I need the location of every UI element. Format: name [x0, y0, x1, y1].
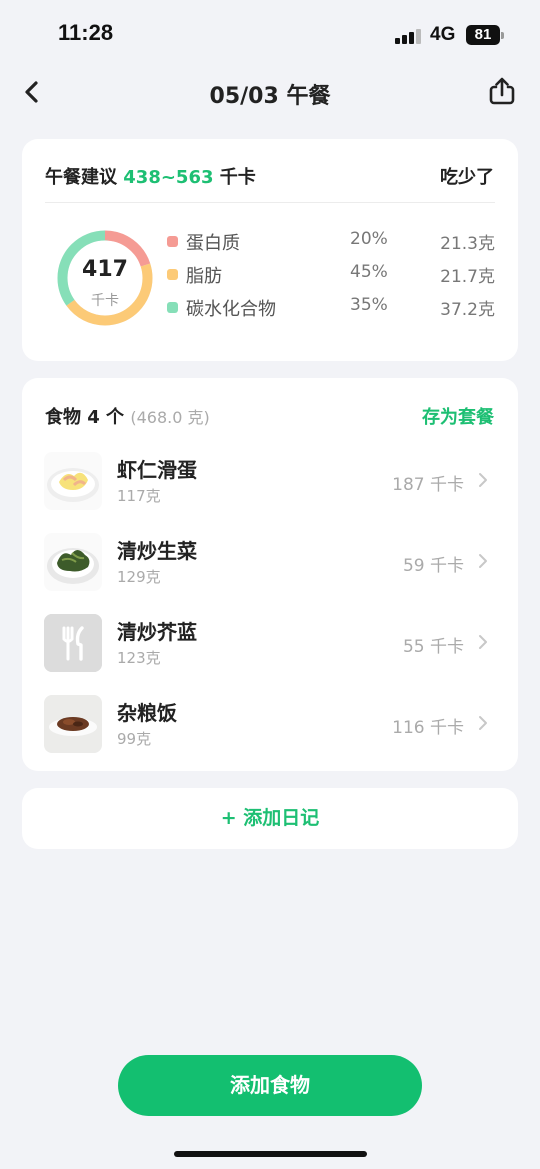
- food-weight: 123克: [117, 649, 161, 667]
- food-calories: 116 千卡: [392, 718, 464, 738]
- intake-status: 吃少了: [440, 167, 494, 188]
- status-bar: 11:28 4G 81: [0, 0, 540, 70]
- share-icon: [489, 77, 515, 105]
- home-indicator: [174, 1151, 367, 1157]
- macro-amount: 21.7克: [440, 267, 495, 287]
- food-list-header: 食物 4 个 (468.0 克): [45, 403, 210, 429]
- add-food-button[interactable]: 添加食物: [118, 1055, 422, 1116]
- protein-dot: [167, 236, 178, 247]
- signal-icon: [395, 28, 421, 44]
- macro-row-fat: 脂肪 45% 21.7克: [165, 261, 495, 287]
- food-count: 食物 4 个: [45, 407, 125, 428]
- save-as-set-button[interactable]: 存为套餐: [422, 403, 494, 429]
- fat-dot: [167, 269, 178, 280]
- status-time: 11:28: [58, 20, 114, 45]
- food-weight: 129克: [117, 568, 161, 586]
- network-type: 4G: [430, 24, 456, 45]
- macro-percent: 45%: [350, 262, 388, 282]
- recommendation-unit: 千卡: [219, 167, 256, 188]
- battery-icon: 81: [466, 25, 504, 45]
- macro-name: 蛋白质: [186, 233, 240, 254]
- fork-knife-icon: [44, 614, 102, 672]
- chevron-right-icon: [479, 554, 487, 568]
- recommendation-range: 438~563: [123, 167, 214, 188]
- food-item-lettuce[interactable]: 清炒生菜 129克 59 千卡: [22, 530, 518, 592]
- macro-name: 碳水化合物: [186, 299, 276, 320]
- divider: [45, 202, 495, 203]
- carbs-dot: [167, 302, 178, 313]
- food-calories: 55 千卡: [402, 637, 464, 657]
- page-title: 05/03 午餐: [209, 84, 331, 109]
- calorie-unit: 千卡: [91, 293, 119, 309]
- add-diary-button[interactable]: + 添加日记: [22, 788, 518, 849]
- rice-thumb: [44, 695, 102, 753]
- food-total-weight: (468.0 克): [130, 408, 210, 427]
- chevron-right-icon: [479, 716, 487, 730]
- meal-recommendation: 午餐建议 438~563 千卡: [45, 163, 256, 189]
- calorie-total: 417: [82, 257, 128, 282]
- macro-row-carbs: 碳水化合物 35% 37.2克: [165, 294, 495, 320]
- macro-amount: 37.2克: [440, 300, 495, 320]
- macro-name: 脂肪: [186, 266, 222, 287]
- chevron-right-icon: [479, 473, 487, 487]
- macro-percent: 35%: [350, 295, 388, 315]
- food-name: 清炒芥蓝: [117, 620, 197, 644]
- recommendation-label: 午餐建议: [45, 167, 117, 188]
- food-list-card: 食物 4 个 (468.0 克) 存为套餐 虾仁滑蛋 117克 187 千卡 清…: [22, 378, 518, 771]
- food-weight: 117克: [117, 487, 161, 505]
- food-name: 杂粮饭: [117, 701, 177, 725]
- nav-bar: 05/03 午餐: [0, 70, 540, 114]
- shrimp-egg-thumb: [44, 452, 102, 510]
- food-item-mixed-rice[interactable]: 杂粮饭 99克 116 千卡: [22, 692, 518, 754]
- food-name: 清炒生菜: [117, 539, 197, 563]
- meal-summary-card: 午餐建议 438~563 千卡 吃少了 417 千卡 蛋白质 20% 21.3克…: [22, 139, 518, 361]
- macro-percent: 20%: [350, 229, 388, 249]
- share-button[interactable]: [486, 75, 518, 107]
- macro-amount: 21.3克: [440, 234, 495, 254]
- food-name: 虾仁滑蛋: [117, 458, 197, 482]
- macro-row-protein: 蛋白质 20% 21.3克: [165, 228, 495, 254]
- food-item-shrimp-egg[interactable]: 虾仁滑蛋 117克 187 千卡: [22, 449, 518, 511]
- food-item-kailan[interactable]: 清炒芥蓝 123克 55 千卡: [22, 611, 518, 673]
- food-weight: 99克: [117, 730, 152, 748]
- lettuce-thumb: [44, 533, 102, 591]
- food-calories: 187 千卡: [392, 475, 464, 495]
- chevron-right-icon: [479, 635, 487, 649]
- food-calories: 59 千卡: [402, 556, 464, 576]
